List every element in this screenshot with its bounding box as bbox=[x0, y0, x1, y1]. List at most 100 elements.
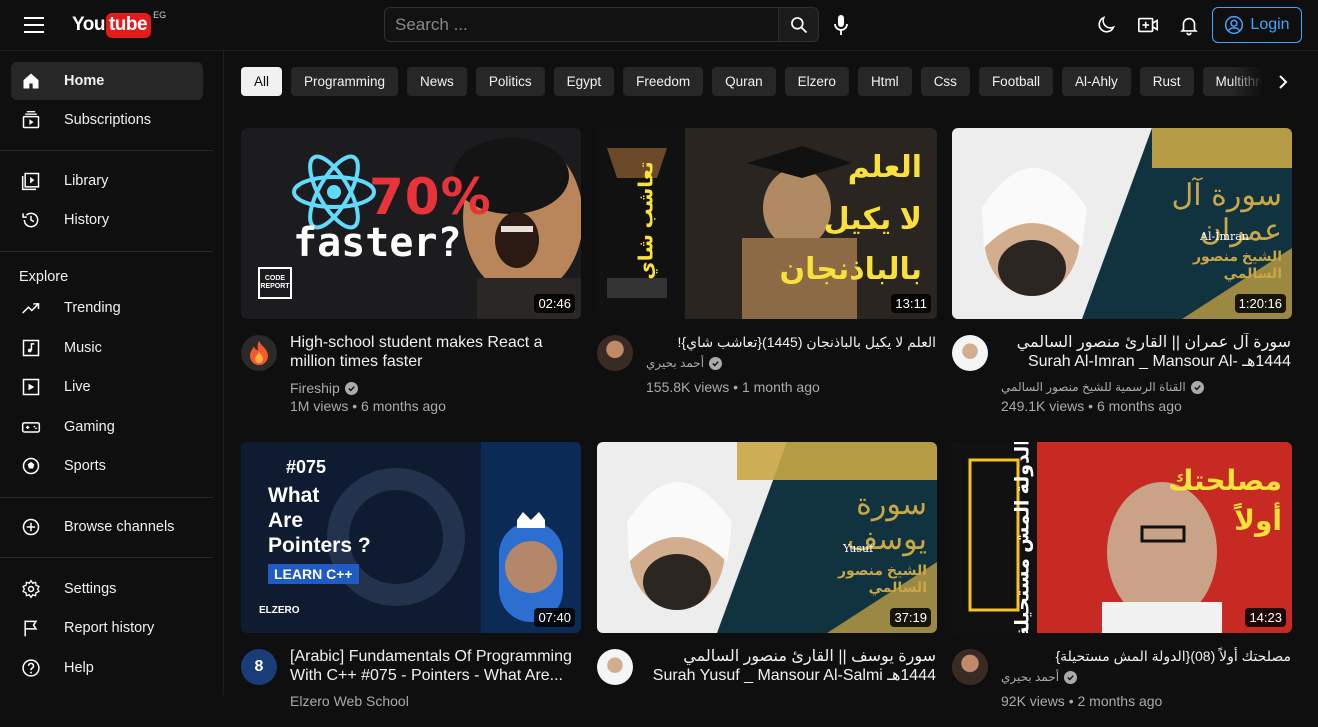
sidebar-item-label: Home bbox=[64, 73, 105, 89]
top-bar: You tube EG Login bbox=[0, 0, 1318, 51]
video-title[interactable]: سورة آل عمران || القارئ منصور السالمي 14… bbox=[1001, 333, 1291, 371]
thumb-line2: لا يكيل bbox=[823, 203, 922, 236]
thumb-what: What bbox=[268, 484, 320, 507]
chip-all[interactable]: All bbox=[241, 67, 283, 96]
video-duration: 37:19 bbox=[890, 608, 931, 627]
search-button[interactable] bbox=[778, 7, 819, 42]
channel-avatar[interactable] bbox=[241, 335, 277, 371]
thumb-r1: مصلحتك bbox=[1167, 465, 1282, 496]
notifications-button[interactable] bbox=[1177, 13, 1201, 37]
chip-politics[interactable]: Politics bbox=[475, 67, 545, 96]
thumb-percent-text: 70% bbox=[369, 168, 492, 226]
video-card[interactable]: مصلحتك أولاً الدولة المش مستحيلة 14:23 م… bbox=[952, 442, 1292, 727]
channel-name-row[interactable]: أحمد بحيري bbox=[1001, 670, 1078, 684]
video-title[interactable]: [Arabic] Fundamentals Of Programming Wit… bbox=[290, 647, 580, 685]
sidebar-item-help[interactable]: Help bbox=[11, 649, 203, 687]
sidebar-item-gaming[interactable]: Gaming bbox=[11, 408, 203, 446]
logo-you-text: You bbox=[72, 14, 105, 35]
sidebar-item-sports[interactable]: Sports bbox=[11, 447, 203, 485]
dark-mode-toggle[interactable] bbox=[1094, 13, 1118, 37]
channel-avatar[interactable] bbox=[952, 649, 988, 685]
chip-elzero[interactable]: Elzero bbox=[784, 67, 849, 96]
sidebar-item-home[interactable]: Home bbox=[11, 62, 203, 100]
sidebar-item-settings[interactable]: Settings bbox=[11, 570, 203, 608]
thumb-num: #075 bbox=[286, 457, 327, 477]
sidebar-item-label: Trending bbox=[64, 300, 121, 316]
sidebar-item-library[interactable]: Library bbox=[11, 162, 203, 200]
chip-css[interactable]: Css bbox=[920, 67, 970, 96]
gaming-icon bbox=[20, 416, 42, 438]
video-thumbnail[interactable]: العلم لا يكيل بالباذنجان تعاشب شاي 13:11 bbox=[597, 128, 937, 319]
chip-al-ahly[interactable]: Al-Ahly bbox=[1061, 67, 1131, 96]
video-duration: 13:11 bbox=[891, 294, 931, 313]
library-icon bbox=[20, 170, 42, 192]
video-title[interactable]: العلم لا يكيل بالباذنجان (1445){تعاشب شا… bbox=[646, 333, 936, 352]
video-card[interactable]: سورة آل عمران Al-Imran الشيخ منصور السال… bbox=[952, 128, 1292, 414]
chip-rust[interactable]: Rust bbox=[1139, 67, 1194, 96]
video-thumbnail[interactable]: سورة آل عمران Al-Imran الشيخ منصور السال… bbox=[952, 128, 1292, 319]
sidebar-item-browse-channels[interactable]: Browse channels bbox=[11, 508, 203, 546]
video-card[interactable]: سورة يوسف Yusuf الشيخ منصور السالمي 37:1… bbox=[597, 442, 937, 727]
channel-name-row[interactable]: Fireship bbox=[290, 380, 358, 396]
sidebar-item-label: Settings bbox=[64, 581, 117, 597]
thumb-sheikh: الشيخ منصور السالمي bbox=[1192, 248, 1282, 281]
thumb-sheikh: الشيخ منصور السالمي bbox=[837, 562, 927, 595]
channel-avatar[interactable] bbox=[597, 335, 633, 371]
channel-avatar[interactable] bbox=[952, 335, 988, 371]
sidebar-item-trending[interactable]: Trending bbox=[11, 289, 203, 327]
video-stats: 249.1K views • 6 months ago bbox=[1001, 398, 1182, 414]
verified-icon bbox=[344, 381, 358, 395]
video-thumbnail[interactable]: 70% faster? CODE REPORT 02:46 bbox=[241, 128, 581, 319]
video-title[interactable]: سورة يوسف || القارئ منصور السالمي 1444هـ… bbox=[646, 647, 936, 685]
chip-html[interactable]: Html bbox=[857, 67, 912, 96]
chip-freedom[interactable]: Freedom bbox=[623, 67, 704, 96]
chip-egypt[interactable]: Egypt bbox=[553, 67, 615, 96]
video-card[interactable]: #075 What Are Pointers ? LEARN C++ ELZER… bbox=[241, 442, 581, 727]
video-card[interactable]: 70% faster? CODE REPORT 02:46 High-schoo… bbox=[241, 128, 581, 414]
chip-news[interactable]: News bbox=[407, 67, 467, 96]
search-input[interactable] bbox=[384, 7, 779, 42]
channel-avatar[interactable]: 8 bbox=[241, 649, 277, 685]
sidebar-item-subscriptions[interactable]: Subscriptions bbox=[11, 101, 203, 139]
channel-name: أحمد بحيري bbox=[646, 356, 705, 370]
chips-next-button[interactable] bbox=[1271, 70, 1295, 94]
thumb-side-text: تعاشب شاي bbox=[635, 161, 658, 280]
code-report-badge: CODE REPORT bbox=[260, 275, 290, 290]
youtube-logo[interactable]: You tube EG bbox=[72, 10, 166, 40]
video-thumbnail[interactable]: مصلحتك أولاً الدولة المش مستحيلة 14:23 bbox=[952, 442, 1292, 633]
sidebar-item-live[interactable]: Live bbox=[11, 368, 203, 406]
flag-icon bbox=[20, 617, 42, 639]
channel-avatar[interactable] bbox=[597, 649, 633, 685]
chip-programming[interactable]: Programming bbox=[291, 67, 399, 96]
video-title[interactable]: مصلحتك أولاً (08){الدولة المش مستحيلة} bbox=[1001, 647, 1291, 666]
sidebar-item-music[interactable]: Music bbox=[11, 329, 203, 367]
sidebar-item-label: Gaming bbox=[64, 419, 115, 435]
sidebar-item-label: Report history bbox=[64, 620, 155, 636]
chip-football[interactable]: Football bbox=[978, 67, 1053, 96]
video-thumbnail[interactable]: سورة يوسف Yusuf الشيخ منصور السالمي 37:1… bbox=[597, 442, 937, 633]
channel-name-row[interactable]: أحمد بحيري bbox=[646, 356, 723, 370]
mic-button[interactable] bbox=[830, 13, 852, 37]
microphone-icon bbox=[834, 15, 848, 35]
login-button[interactable]: Login bbox=[1212, 7, 1302, 43]
user-circle-icon bbox=[1225, 15, 1244, 35]
menu-icon[interactable] bbox=[24, 17, 44, 33]
video-duration: 14:23 bbox=[1245, 608, 1286, 627]
sidebar-item-label: Live bbox=[64, 379, 91, 395]
search-icon bbox=[790, 16, 807, 33]
thumb-pointers: Pointers ? bbox=[268, 534, 371, 557]
logo-tube-text: tube bbox=[105, 12, 152, 38]
plus-circle-icon bbox=[20, 516, 42, 538]
chip-quran[interactable]: Quran bbox=[712, 67, 776, 96]
video-title[interactable]: High-school student makes React a millio… bbox=[290, 333, 580, 371]
video-card[interactable]: العلم لا يكيل بالباذنجان تعاشب شاي 13:11… bbox=[597, 128, 937, 413]
sidebar-item-label: Sports bbox=[64, 458, 106, 474]
sidebar-item-report-history[interactable]: Report history bbox=[11, 609, 203, 647]
sidebar-item-history[interactable]: History bbox=[11, 201, 203, 239]
channel-name-row[interactable]: القناة الرسمية للشيخ منصور السالمي bbox=[1001, 380, 1204, 394]
video-thumbnail[interactable]: #075 What Are Pointers ? LEARN C++ ELZER… bbox=[241, 442, 581, 633]
channel-name-row[interactable]: Elzero Web School bbox=[290, 693, 409, 709]
live-icon bbox=[20, 376, 42, 398]
create-video-button[interactable] bbox=[1136, 13, 1160, 37]
thumb-r2: أولاً bbox=[1234, 505, 1282, 536]
